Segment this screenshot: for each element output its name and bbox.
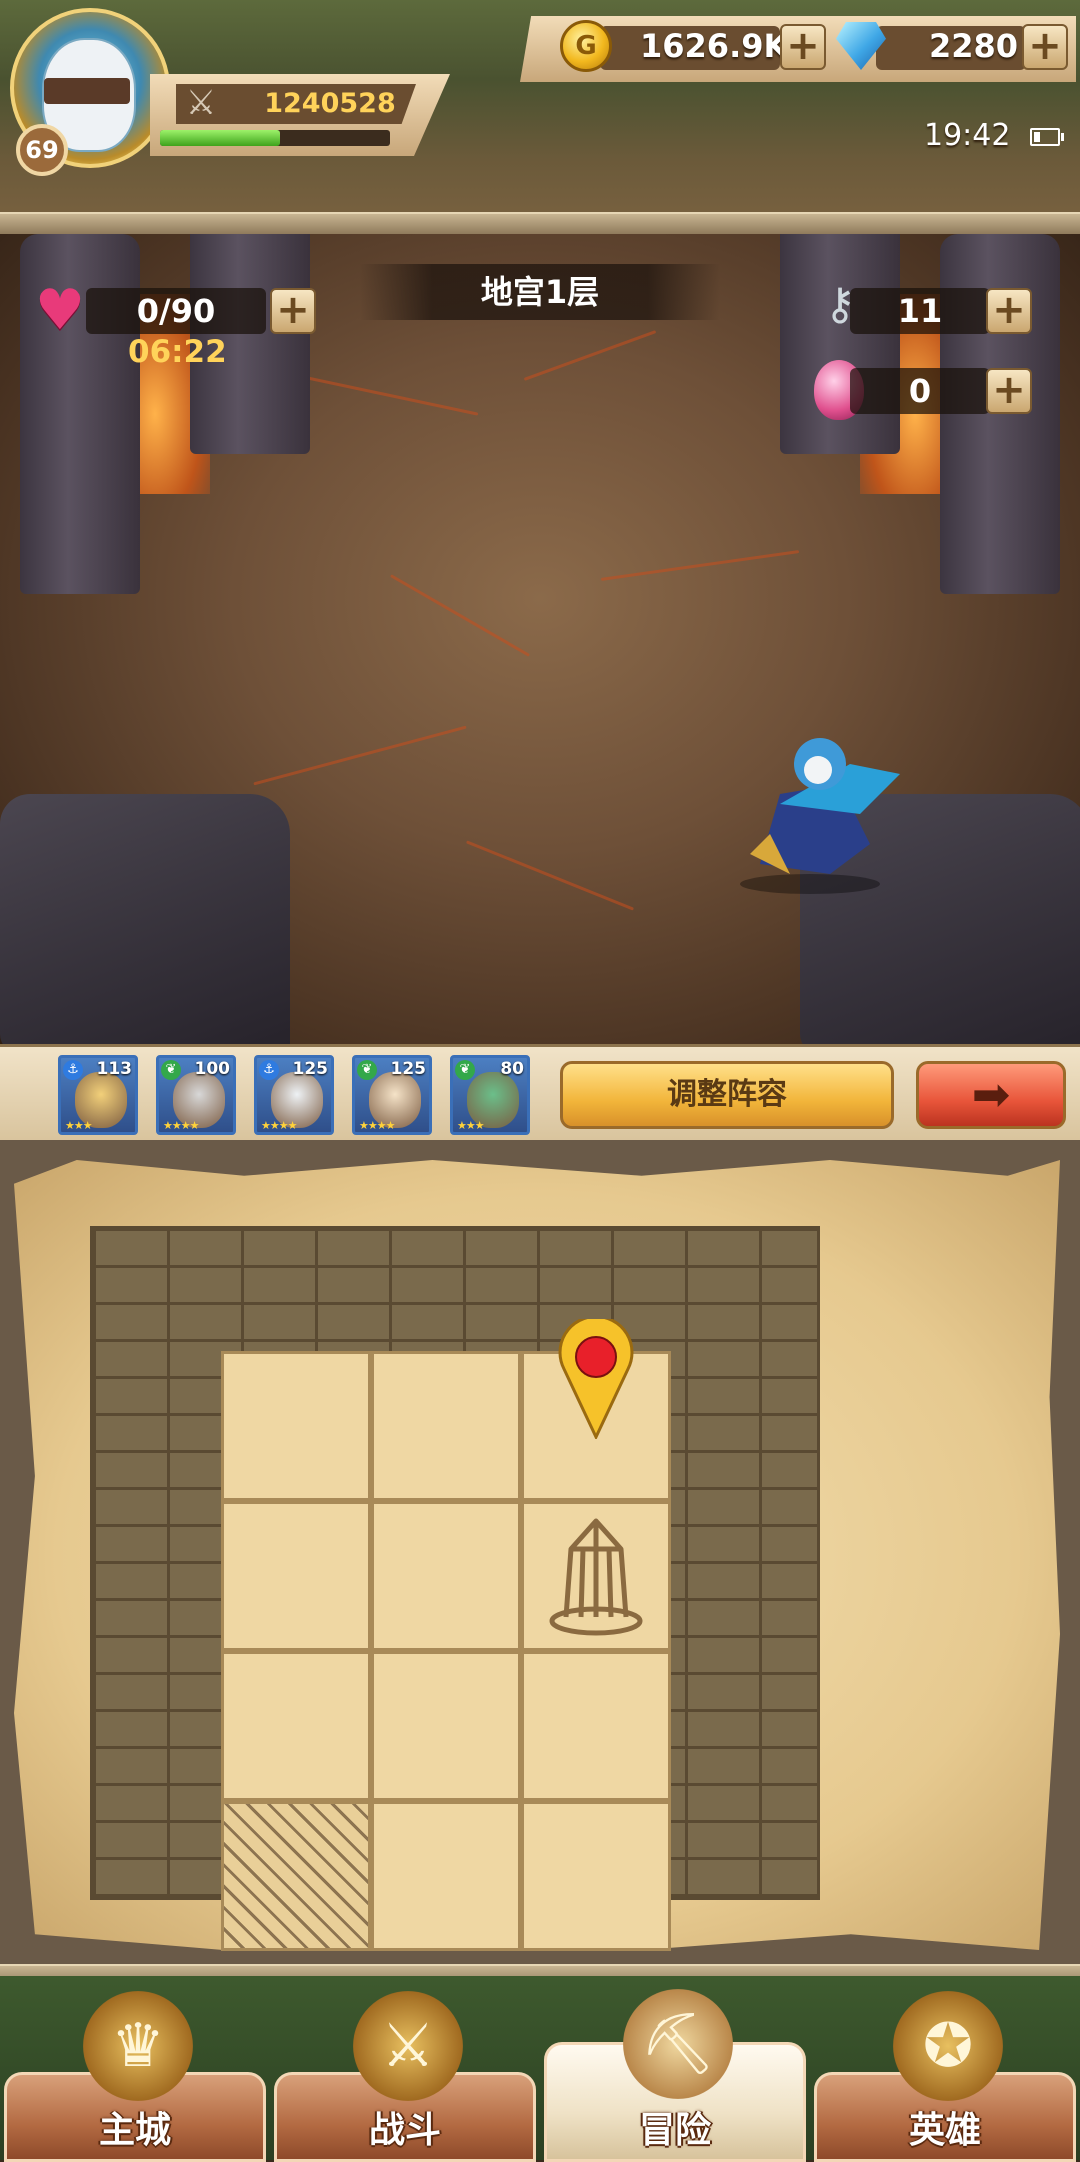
nav-tab[interactable]: ⛏ 冒险	[544, 1989, 806, 2162]
hero-stars: ★★★★	[163, 1119, 199, 1132]
player-location-pin-icon	[558, 1319, 634, 1439]
nav-tab-label: 战斗	[368, 2110, 441, 2151]
castle-icon: ♛	[83, 1991, 193, 2101]
nav-tab-label: 英雄	[908, 2110, 981, 2151]
combat-power-value: 1240528	[264, 88, 396, 119]
lava-crack	[253, 725, 467, 786]
map-cell[interactable]	[371, 1651, 521, 1801]
map-cell[interactable]	[521, 1801, 671, 1951]
hero-stars: ★★★★	[261, 1119, 297, 1132]
hero-character[interactable]	[700, 724, 920, 894]
team-hero-card[interactable]: ❦ 100 ★★★★	[156, 1055, 236, 1135]
dungeon-floor-title: 地宫1层	[360, 264, 720, 320]
gold-coin-icon: G	[560, 20, 612, 72]
map-cell[interactable]	[221, 1351, 371, 1501]
right-pillar	[780, 234, 900, 454]
lava-crack	[301, 375, 479, 416]
add-stamina-button[interactable]: +	[270, 288, 316, 334]
stamina-counter: 0/90	[86, 288, 266, 334]
egg-counter: 0	[850, 368, 990, 414]
map-cell-blocked[interactable]	[221, 1801, 371, 1951]
map-cell[interactable]	[371, 1501, 521, 1651]
lava-crack	[523, 330, 657, 381]
nav-tab-label: 主城	[98, 2110, 171, 2151]
adjust-team-button[interactable]: 调整阵容	[560, 1061, 894, 1129]
nav-tab[interactable]: ♛ 主城	[4, 1991, 266, 2162]
battery-icon	[1030, 128, 1064, 146]
key-counter: 11	[850, 288, 990, 334]
add-diamond-button[interactable]: +	[1022, 24, 1068, 70]
add-egg-button[interactable]: +	[986, 368, 1032, 414]
hero-level: 113	[96, 1059, 133, 1079]
team-strip: ⚓ 113 ★★★ ❦ 100 ★★★★ ⚓ 125 ★★★★ ❦ 125 ★★★★ ❦ 80 ★★★ 调整…	[0, 1044, 1080, 1146]
clock: 19:42	[924, 118, 1011, 153]
map-cell[interactable]	[221, 1501, 371, 1651]
map-cell[interactable]	[371, 1801, 521, 1951]
nav-tab[interactable]: ✪ 英雄	[814, 1991, 1076, 2162]
hero-level: 125	[390, 1059, 427, 1079]
hero-stars: ★★★	[65, 1119, 93, 1132]
left-boulders	[0, 794, 290, 1044]
crossed-swords-icon: ⚔	[353, 1991, 463, 2101]
lava-crack	[389, 574, 531, 657]
stamina-timer: 06:22	[128, 334, 227, 370]
lava-crack	[465, 840, 635, 911]
leaf-icon: ❦	[455, 1060, 475, 1080]
tower-icon[interactable]	[541, 1509, 651, 1639]
hero-crest-icon: ✪	[893, 1991, 1003, 2101]
nav-tab[interactable]: ⚔ 战斗	[274, 1991, 536, 2162]
anchor-icon: ⚓	[63, 1060, 83, 1080]
diamond-amount: 2280	[928, 27, 1018, 65]
hero-level: 125	[292, 1059, 329, 1079]
team-hero-card[interactable]: ❦ 80 ★★★	[450, 1055, 530, 1135]
player-level-badge: 69	[16, 124, 68, 176]
top-status-bar: 69 ⚔ 1240528 G 1626.9K + 2280 + 19:42	[0, 0, 1080, 228]
dungeon-grid[interactable]	[90, 1226, 820, 1951]
hero-level: 100	[194, 1059, 231, 1079]
anchor-icon: ⚓	[259, 1060, 279, 1080]
gold-amount: 1626.9K	[640, 27, 789, 65]
dungeon-map-panel	[0, 1140, 1080, 1976]
next-floor-arrow-button[interactable]: ➡	[916, 1061, 1066, 1129]
leaf-icon: ❦	[357, 1060, 377, 1080]
experience-bar-fill	[160, 130, 280, 146]
hero-level: 80	[500, 1059, 524, 1079]
map-cell[interactable]	[371, 1351, 521, 1501]
bottom-navigation: ♛ 主城 ⚔ 战斗 ⛏ 冒险 ✪ 英雄	[0, 1976, 1080, 2162]
lava-crack	[600, 550, 800, 581]
heart-icon: ♥	[34, 278, 86, 343]
team-hero-card[interactable]: ⚓ 113 ★★★	[58, 1055, 138, 1135]
add-gold-button[interactable]: +	[780, 24, 826, 70]
nav-tab-label: 冒险	[638, 2110, 711, 2151]
experience-bar	[160, 130, 390, 146]
avatar-blindfold	[44, 78, 130, 104]
leaf-icon: ❦	[161, 1060, 181, 1080]
dungeon-scene[interactable]: 地宫1层 ♥ 0/90 + 06:22 ⚷ 11 + 0 +	[0, 234, 1080, 1044]
hero-stars: ★★★	[457, 1119, 485, 1132]
team-hero-card[interactable]: ⚓ 125 ★★★★	[254, 1055, 334, 1135]
map-scroll-icon: ⛏	[623, 1989, 733, 2099]
hero-stars: ★★★★	[359, 1119, 395, 1132]
map-cell[interactable]	[521, 1651, 671, 1801]
crossed-swords-icon: ⚔	[185, 83, 217, 123]
team-hero-card[interactable]: ❦ 125 ★★★★	[352, 1055, 432, 1135]
add-key-button[interactable]: +	[986, 288, 1032, 334]
map-cell[interactable]	[221, 1651, 371, 1801]
